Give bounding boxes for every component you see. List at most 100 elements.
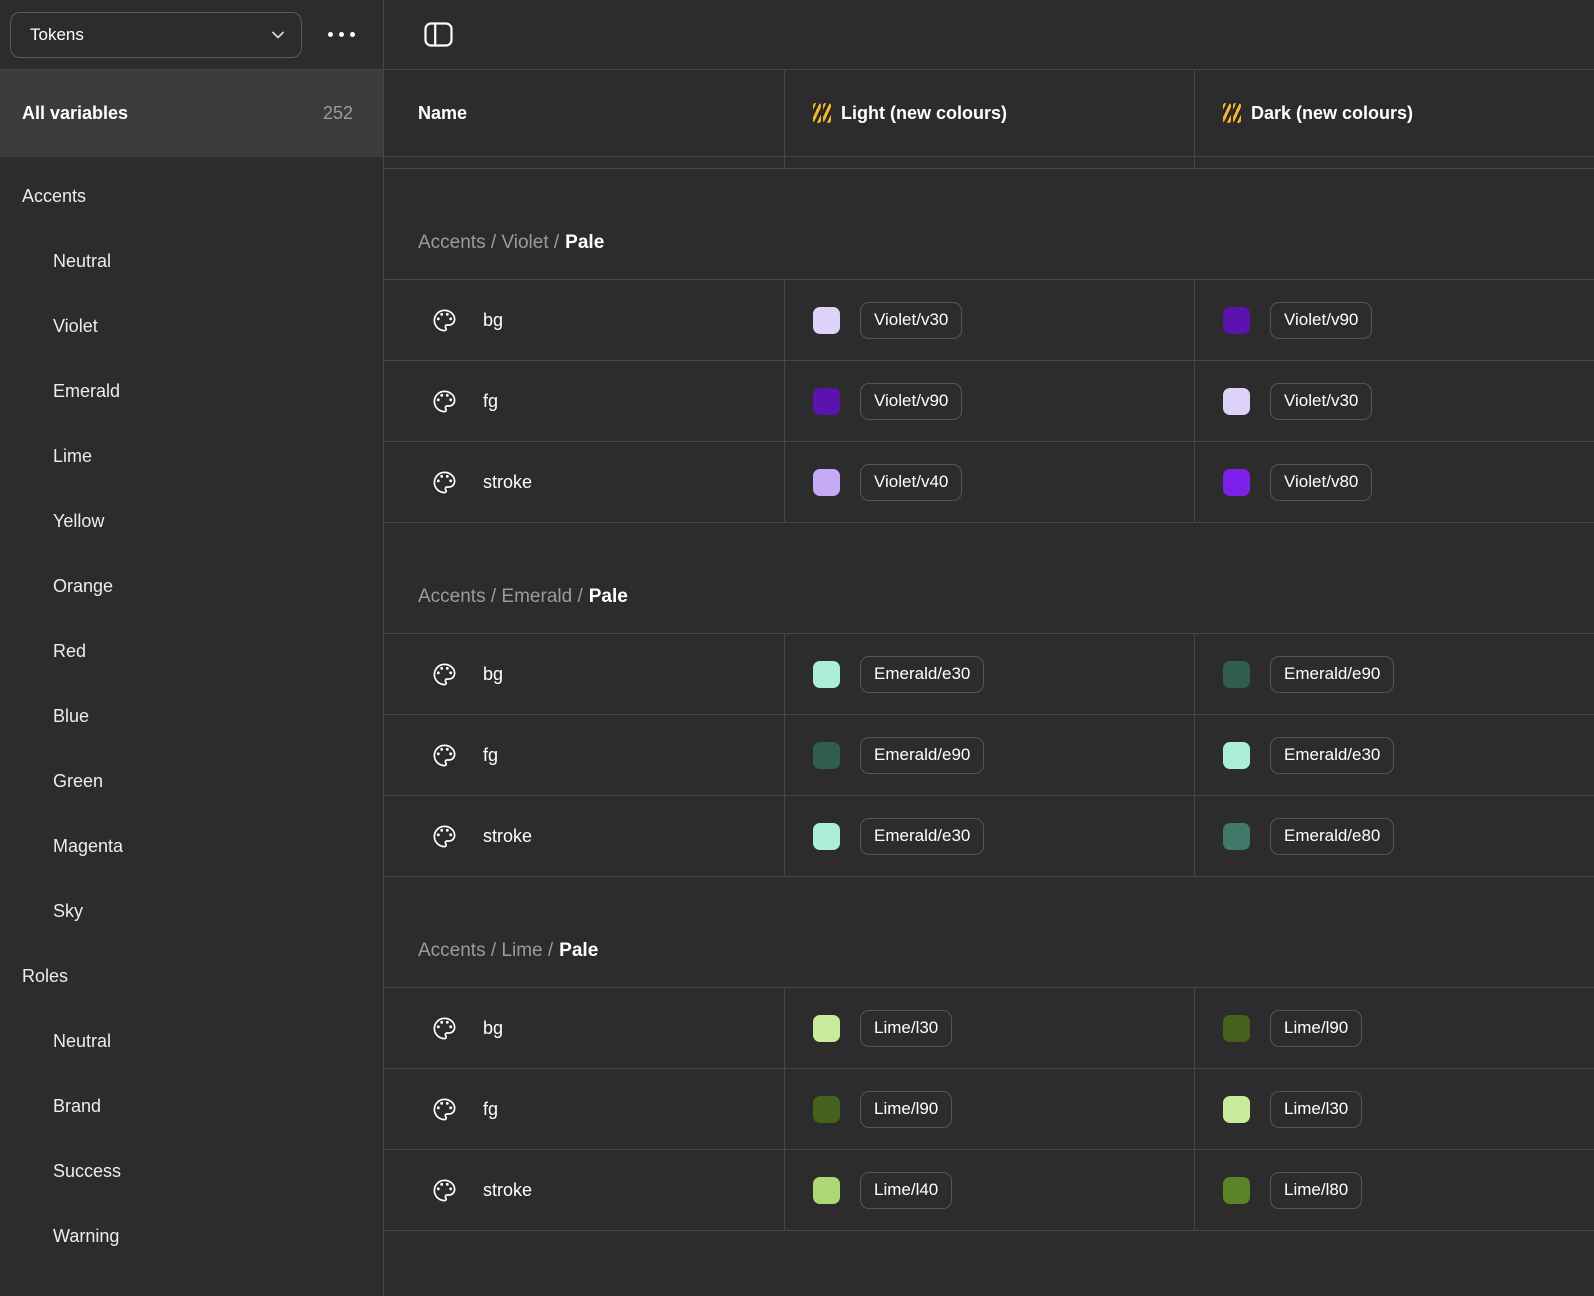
variable-name-cell[interactable]: fg (384, 715, 784, 795)
variable-name-cell[interactable]: bg (384, 634, 784, 714)
light-value-cell: Emerald/e30 (784, 796, 1194, 876)
collection-dropdown[interactable]: Tokens (10, 12, 302, 58)
token-chip[interactable]: Emerald/e90 (860, 737, 984, 774)
variable-name: bg (483, 1018, 503, 1039)
token-chip[interactable]: Emerald/e90 (1270, 656, 1394, 693)
color-swatch[interactable] (813, 1177, 840, 1204)
table-row[interactable]: stroke Lime/l40 Lime/l80 (384, 1150, 1594, 1231)
sidebar-item-blue[interactable]: Blue (0, 684, 383, 749)
color-swatch[interactable] (1223, 469, 1250, 496)
column-header-name[interactable]: Name (384, 70, 784, 156)
variable-name: bg (483, 310, 503, 331)
color-swatch[interactable] (813, 742, 840, 769)
color-swatch[interactable] (1223, 388, 1250, 415)
color-swatch[interactable] (813, 661, 840, 688)
token-chip[interactable]: Violet/v30 (1270, 383, 1372, 420)
collection-dropdown-value: Tokens (30, 25, 271, 45)
table-row[interactable]: fg Violet/v90 Violet/v30 (384, 361, 1594, 442)
color-swatch[interactable] (1223, 307, 1250, 334)
palette-icon (431, 388, 458, 415)
token-chip[interactable]: Violet/v90 (1270, 302, 1372, 339)
all-variables-count: 252 (323, 103, 353, 124)
color-swatch[interactable] (1223, 661, 1250, 688)
token-chip[interactable]: Violet/v40 (860, 464, 962, 501)
dark-value-cell: Violet/v90 (1194, 280, 1594, 360)
variable-name-cell[interactable]: fg (384, 361, 784, 441)
token-chip[interactable]: Lime/l80 (1270, 1172, 1362, 1209)
sidebar-item-accents[interactable]: Accents (0, 164, 383, 229)
palette-icon (431, 742, 458, 769)
all-variables-item[interactable]: All variables 252 (0, 70, 383, 157)
color-swatch[interactable] (1223, 823, 1250, 850)
variable-name-cell[interactable]: stroke (384, 796, 784, 876)
variable-name-cell[interactable]: fg (384, 1069, 784, 1149)
token-chip[interactable]: Emerald/e30 (1270, 737, 1394, 774)
token-chip[interactable]: Lime/l40 (860, 1172, 952, 1209)
sidebar-item-success[interactable]: Success (0, 1139, 383, 1204)
token-chip[interactable]: Lime/l90 (1270, 1010, 1362, 1047)
dark-value-cell: Violet/v30 (1194, 361, 1594, 441)
column-header-light-mode[interactable]: Light (new colours) (784, 70, 1194, 156)
sidebar-item-yellow[interactable]: Yellow (0, 489, 383, 554)
variable-name-cell[interactable]: bg (384, 988, 784, 1068)
color-swatch[interactable] (1223, 1096, 1250, 1123)
token-chip[interactable]: Violet/v30 (860, 302, 962, 339)
color-swatch[interactable] (1223, 742, 1250, 769)
color-swatch[interactable] (1223, 1177, 1250, 1204)
table-row[interactable]: fg Emerald/e90 Emerald/e30 (384, 715, 1594, 796)
sidebar-item-accents-neutral[interactable]: Neutral (0, 229, 383, 294)
token-chip[interactable]: Violet/v90 (860, 383, 962, 420)
palette-icon (431, 1177, 458, 1204)
color-swatch[interactable] (813, 1015, 840, 1042)
ellipsis-icon (328, 32, 333, 37)
color-swatch[interactable] (813, 388, 840, 415)
color-swatch[interactable] (1223, 1015, 1250, 1042)
construction-icon (813, 103, 831, 123)
palette-icon (431, 661, 458, 688)
light-value-cell: Violet/v90 (784, 361, 1194, 441)
sidebar-item-roles[interactable]: Roles (0, 944, 383, 1009)
sidebar-toggle-button[interactable] (420, 18, 457, 51)
token-chip[interactable]: Lime/l30 (1270, 1091, 1362, 1128)
token-chip[interactable]: Violet/v80 (1270, 464, 1372, 501)
table-row[interactable]: fg Lime/l90 Lime/l30 (384, 1069, 1594, 1150)
color-swatch[interactable] (813, 1096, 840, 1123)
sidebar-item-emerald[interactable]: Emerald (0, 359, 383, 424)
variable-name: stroke (483, 826, 532, 847)
token-chip[interactable]: Emerald/e80 (1270, 818, 1394, 855)
sidebar-item-lime[interactable]: Lime (0, 424, 383, 489)
token-chip[interactable]: Emerald/e30 (860, 818, 984, 855)
table-row[interactable]: bg Emerald/e30 Emerald/e90 (384, 634, 1594, 715)
column-header-dark-mode[interactable]: Dark (new colours) (1194, 70, 1594, 156)
section-header-violet-pale: Accents / Violet / Pale (384, 169, 1594, 280)
table-row[interactable]: bg Lime/l30 Lime/l90 (384, 988, 1594, 1069)
sidebar-item-green[interactable]: Green (0, 749, 383, 814)
color-swatch[interactable] (813, 823, 840, 850)
scrolled-row-sliver (384, 157, 1594, 169)
variable-groups-nav: Accents Neutral Violet Emerald Lime Yell… (0, 157, 383, 1296)
sidebar-item-brand[interactable]: Brand (0, 1074, 383, 1139)
token-chip[interactable]: Lime/l90 (860, 1091, 952, 1128)
table-row[interactable]: stroke Emerald/e30 Emerald/e80 (384, 796, 1594, 877)
variable-name-cell[interactable]: stroke (384, 442, 784, 522)
sidebar-item-roles-neutral[interactable]: Neutral (0, 1009, 383, 1074)
more-menu-button[interactable] (324, 24, 359, 45)
sidebar-item-violet[interactable]: Violet (0, 294, 383, 359)
palette-icon (431, 307, 458, 334)
sidebar-item-warning[interactable]: Warning (0, 1204, 383, 1269)
token-chip[interactable]: Lime/l30 (860, 1010, 952, 1047)
sidebar-item-sky[interactable]: Sky (0, 879, 383, 944)
token-chip[interactable]: Emerald/e30 (860, 656, 984, 693)
variable-name-cell[interactable]: stroke (384, 1150, 784, 1230)
sidebar-item-magenta[interactable]: Magenta (0, 814, 383, 879)
variable-name: stroke (483, 1180, 532, 1201)
color-swatch[interactable] (813, 469, 840, 496)
light-value-cell: Lime/l30 (784, 988, 1194, 1068)
color-swatch[interactable] (813, 307, 840, 334)
table-row[interactable]: stroke Violet/v40 Violet/v80 (384, 442, 1594, 523)
section-header-lime-pale: Accents / Lime / Pale (384, 877, 1594, 988)
sidebar-item-red[interactable]: Red (0, 619, 383, 684)
table-row[interactable]: bg Violet/v30 Violet/v90 (384, 280, 1594, 361)
sidebar-item-orange[interactable]: Orange (0, 554, 383, 619)
variable-name-cell[interactable]: bg (384, 280, 784, 360)
